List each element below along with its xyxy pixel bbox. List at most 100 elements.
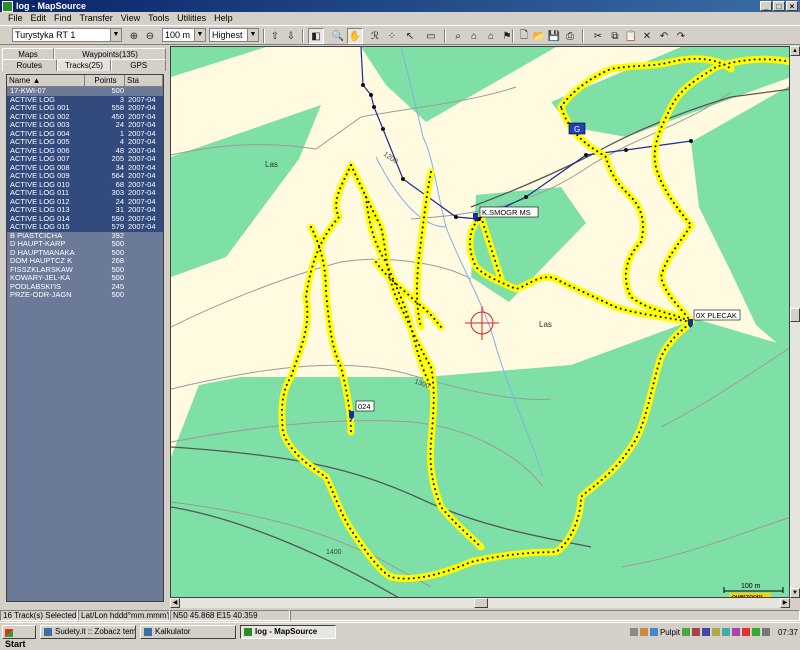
delete-icon[interactable]: ✕ xyxy=(639,28,655,44)
scroll-thumb[interactable] xyxy=(474,598,488,608)
volume-icon[interactable] xyxy=(761,628,770,636)
map-view[interactable]: Las Las 1200 1300 1400 K.SMOGR MS 0X PLE… xyxy=(170,46,790,598)
table-row[interactable]: ACTIVE LOG 005 4 2007-04 xyxy=(7,137,163,147)
map-horizontal-scrollbar[interactable]: ◀ ▶ xyxy=(170,598,790,608)
cut-icon[interactable]: ✂ xyxy=(590,28,606,44)
route-tool-icon[interactable]: ℛ xyxy=(367,28,383,44)
table-row[interactable]: ACTIVE LOG 003 24 2007-04 xyxy=(7,120,163,130)
scroll-down-icon[interactable]: ▼ xyxy=(790,588,800,598)
menu-help[interactable]: Help xyxy=(210,12,237,24)
paste-icon[interactable]: 📋 xyxy=(623,28,639,44)
route-marker[interactable]: G xyxy=(568,122,586,135)
tracks-list[interactable]: Name ▲ Points Sta 17-KWI-07 500 ACTIVE LOG… xyxy=(6,74,164,602)
tray-icon[interactable] xyxy=(681,628,690,636)
table-row[interactable]: 17-KWI-07 500 xyxy=(7,86,163,96)
track-tool-icon[interactable]: ⁘ xyxy=(384,28,400,44)
table-row[interactable]: ACTIVE LOG 006 48 2007-04 xyxy=(7,146,163,155)
selection-arrow-icon[interactable]: ↖ xyxy=(402,28,418,44)
maximize-button[interactable]: □ xyxy=(773,1,785,11)
device-upload-icon[interactable]: ⇧ xyxy=(267,28,283,44)
menu-tools[interactable]: Tools xyxy=(144,12,173,24)
map-vertical-scrollbar[interactable]: ▲ ▼ xyxy=(790,46,800,598)
close-button[interactable]: × xyxy=(786,1,798,11)
table-row[interactable]: PODLABSKI'IS 245 xyxy=(7,282,163,292)
find-places-icon[interactable]: ⌂ xyxy=(466,28,482,44)
start-button[interactable]: Start xyxy=(2,625,36,649)
table-row[interactable]: ACTIVE LOG 009 564 2007-04 xyxy=(7,171,163,181)
table-row[interactable]: D HAUPTMANAKA 500 xyxy=(7,248,163,258)
column-header-points[interactable]: Points xyxy=(85,75,125,86)
menu-transfer[interactable]: Transfer xyxy=(76,12,117,24)
open-file-icon[interactable]: 📂 xyxy=(531,28,547,44)
table-row[interactable]: ACTIVE LOG 3 2007-04 xyxy=(7,95,163,104)
table-row[interactable]: ACTIVE LOG 001 558 2007-04 xyxy=(7,103,163,113)
scroll-thumb[interactable] xyxy=(790,308,800,322)
tray-icon[interactable] xyxy=(649,628,658,636)
table-row[interactable]: B PIASTCICHA 392 xyxy=(7,231,163,241)
print-icon[interactable]: ⎙ xyxy=(562,28,578,44)
taskbar-item-browser[interactable]: Sudety.it :: Zobacz temat -... xyxy=(40,625,136,639)
menu-utilities[interactable]: Utilities xyxy=(173,12,210,24)
table-row[interactable]: D HAUPT-KARP 500 xyxy=(7,239,163,249)
map-canvas[interactable]: Las Las 1200 1300 1400 K.SMOGR MS 0X PLE… xyxy=(171,47,790,598)
table-row[interactable]: DOM HAUPTCZ K 268 xyxy=(7,256,163,266)
device-download-icon[interactable]: ⇩ xyxy=(283,28,299,44)
zoom-out-icon[interactable]: ⊖ xyxy=(142,28,158,44)
map-product-select[interactable]: Turystyka RT 1 ▼ xyxy=(12,28,122,42)
tray-icon[interactable] xyxy=(629,628,638,636)
minimize-button[interactable]: _ xyxy=(760,1,772,11)
tab-tracks[interactable]: Tracks(25) xyxy=(56,59,112,71)
table-row[interactable]: ACTIVE LOG 007 205 2007-04 xyxy=(7,154,163,164)
taskbar-item-mapsource[interactable]: log - MapSource xyxy=(240,625,336,639)
tray-icon[interactable] xyxy=(751,628,760,636)
scroll-right-icon[interactable]: ▶ xyxy=(780,598,790,608)
scroll-left-icon[interactable]: ◀ xyxy=(170,598,180,608)
tray-icon[interactable] xyxy=(711,628,720,636)
tray-icon[interactable] xyxy=(741,628,750,636)
tray-icon[interactable] xyxy=(701,628,710,636)
tray-icon[interactable] xyxy=(691,628,700,636)
table-row[interactable]: ACTIVE LOG 012 24 2007-04 xyxy=(7,197,163,206)
tab-gps[interactable]: GPS xyxy=(111,59,167,71)
table-row[interactable]: FISSZKLARSKAW 500 xyxy=(7,265,163,275)
table-row[interactable]: ACTIVE LOG 011 303 2007-04 xyxy=(7,188,163,198)
select-map-tool-icon[interactable]: ◧ xyxy=(308,28,324,44)
desktop-toolbar-label[interactable]: Pulpit xyxy=(660,628,680,637)
tray-icon[interactable] xyxy=(639,628,648,636)
zoom-scale-select[interactable]: 100 m ▼ xyxy=(162,28,206,42)
copy-icon[interactable]: ⧉ xyxy=(607,28,623,44)
table-cell-name: ACTIVE LOG xyxy=(10,95,56,104)
undo-icon[interactable]: ↶ xyxy=(656,28,672,44)
taskbar-item-calculator[interactable]: Kalkulator xyxy=(140,625,236,639)
table-row[interactable]: ACTIVE LOG 008 34 2007-04 xyxy=(7,163,163,172)
table-row[interactable]: PRZE-ODR-JAGN 500 xyxy=(7,290,163,300)
menu-view[interactable]: View xyxy=(117,12,144,24)
new-file-icon[interactable]: 🗋 xyxy=(516,28,532,44)
zoom-tool-icon[interactable]: 🔍 xyxy=(330,28,346,44)
table-row[interactable]: ACTIVE LOG 014 590 2007-04 xyxy=(7,214,163,223)
detail-select[interactable]: Highest ▼ xyxy=(209,28,259,42)
redo-icon[interactable]: ↷ xyxy=(673,28,689,44)
menu-find[interactable]: Find xyxy=(50,12,76,24)
table-row[interactable]: ACTIVE LOG 010 68 2007-04 xyxy=(7,180,163,189)
table-row[interactable]: KOWARY-JEL-KA 500 xyxy=(7,273,163,283)
tab-routes[interactable]: Routes xyxy=(2,59,57,71)
zoom-in-icon[interactable]: ⊕ xyxy=(126,28,142,44)
table-row[interactable]: ACTIVE LOG 002 450 2007-04 xyxy=(7,112,163,121)
column-header-start[interactable]: Sta xyxy=(125,75,163,86)
table-cell-name: D HAUPT-KARP xyxy=(10,240,66,248)
home-icon[interactable]: ⌂ xyxy=(483,28,499,44)
scroll-up-icon[interactable]: ▲ xyxy=(790,46,800,56)
tray-icon[interactable] xyxy=(731,628,740,636)
table-row[interactable]: ACTIVE LOG 015 579 2007-04 xyxy=(7,222,163,232)
table-row[interactable]: ACTIVE LOG 004 1 2007-04 xyxy=(7,129,163,138)
distance-tool-icon[interactable]: ▭ xyxy=(423,28,439,44)
save-icon[interactable]: 💾 xyxy=(546,28,562,44)
find-icon[interactable]: ⌕ xyxy=(450,28,466,44)
menu-edit[interactable]: Edit xyxy=(27,12,51,24)
hand-pan-tool-icon[interactable]: ✋ xyxy=(347,28,363,44)
tray-icon[interactable] xyxy=(721,628,730,636)
table-row[interactable]: ACTIVE LOG 013 31 2007-04 xyxy=(7,205,163,215)
column-header-name[interactable]: Name ▲ xyxy=(7,75,85,86)
menu-file[interactable]: File xyxy=(4,12,27,24)
